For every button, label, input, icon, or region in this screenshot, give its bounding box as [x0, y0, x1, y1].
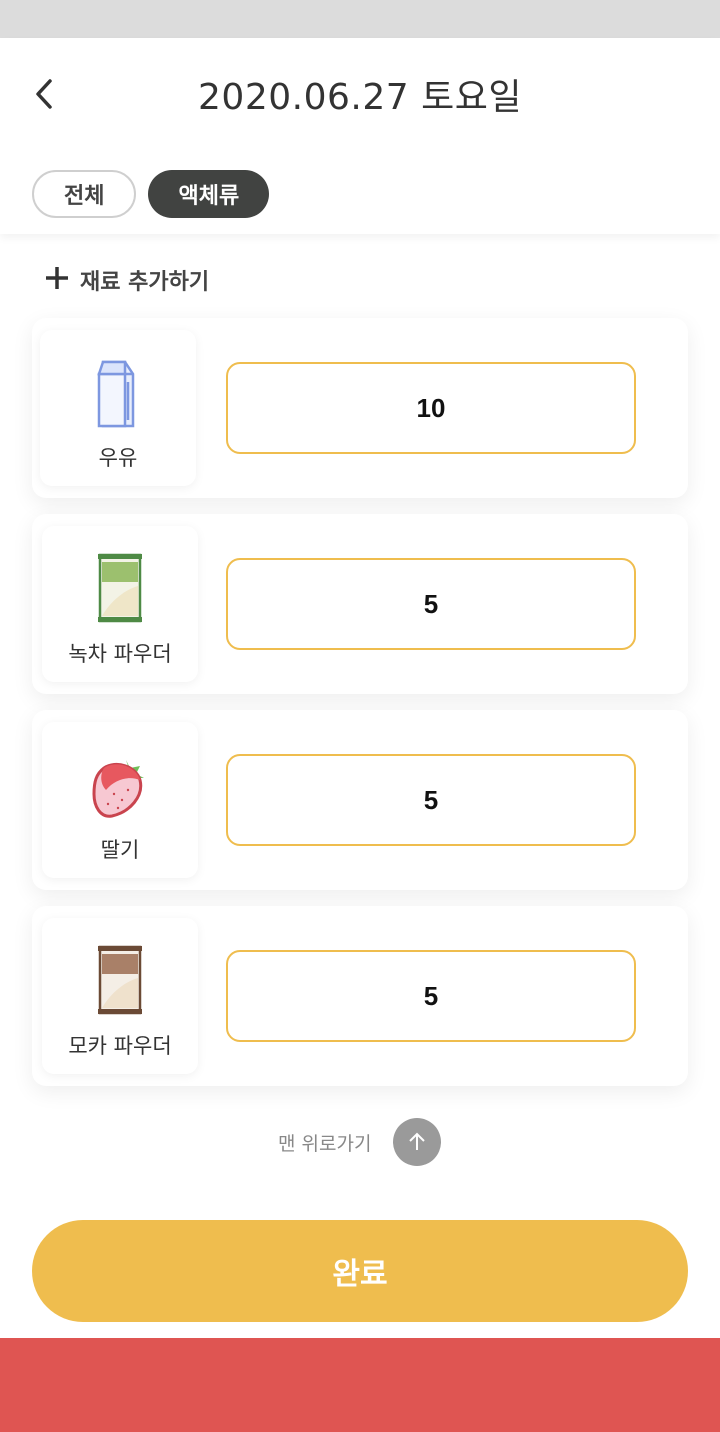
ingredient-icon-box: 우유: [40, 330, 196, 486]
quantity-input[interactable]: 5: [226, 558, 636, 650]
add-ingredient-button[interactable]: 재료 추가하기: [44, 264, 209, 296]
tab-bar: 전체 액체류: [32, 170, 270, 218]
ingredient-icon-box: 딸기: [42, 722, 198, 878]
done-button[interactable]: 완료: [32, 1220, 688, 1322]
ingredient-card-green-tea: 녹차 파우더 5: [32, 514, 688, 694]
scroll-to-top-button[interactable]: 맨 위로가기: [278, 1118, 442, 1166]
header: 2020.06.27 토요일 전체 액체류: [0, 38, 720, 234]
quantity-input[interactable]: 5: [226, 950, 636, 1042]
ingredient-name: 녹차 파우더: [68, 642, 172, 666]
bottom-bar: [0, 1338, 720, 1432]
add-ingredient-label: 재료 추가하기: [80, 270, 210, 295]
ingredient-list: 재료 추가하기 우유 10 녹차 파우더 5 딸기 5 모카 파우더 5 맨 위…: [0, 234, 720, 1338]
plus-icon: [44, 265, 70, 295]
ingredient-card-milk: 우유 10: [32, 318, 688, 498]
tab-liquids[interactable]: 액체류: [148, 170, 270, 218]
quantity-input[interactable]: 5: [226, 754, 636, 846]
arrow-up-icon: [393, 1118, 442, 1166]
ingredient-icon-box: 모카 파우더: [42, 918, 198, 1074]
ingredient-icon-box: 녹차 파우더: [42, 526, 198, 682]
ingredient-name: 딸기: [100, 838, 140, 862]
quantity-input[interactable]: 10: [226, 362, 636, 454]
ingredient-card-mocha: 모카 파우더 5: [32, 906, 688, 1086]
ingredient-name: 우유: [98, 446, 138, 470]
status-bar: [0, 0, 720, 38]
page-title: 2020.06.27 토요일: [198, 77, 522, 118]
tab-all[interactable]: 전체: [32, 170, 137, 218]
scroll-to-top-label: 맨 위로가기: [278, 1132, 372, 1155]
ingredient-name: 모카 파우더: [68, 1034, 172, 1058]
ingredient-card-strawberry: 딸기 5: [32, 710, 688, 890]
